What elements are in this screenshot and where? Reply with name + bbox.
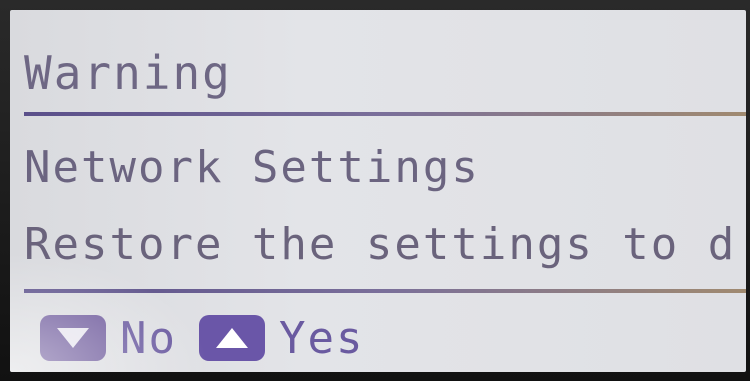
dialog-title: Warning (24, 46, 232, 100)
triangle-down-icon (57, 328, 89, 348)
device-bezel: Warning Network Settings Restore the set… (0, 0, 750, 381)
yes-button[interactable] (198, 315, 265, 361)
actions-divider (24, 289, 746, 293)
dialog-message: Restore the settings to d (24, 219, 737, 270)
triangle-up-icon (215, 328, 248, 348)
no-label: No (120, 312, 177, 364)
dialog-subtitle: Network Settings (24, 142, 480, 193)
action-bar: No Yes (40, 312, 386, 364)
yes-label: Yes (278, 312, 365, 364)
lcd-screen: Warning Network Settings Restore the set… (10, 10, 746, 372)
title-divider (24, 112, 746, 116)
no-button[interactable] (40, 315, 106, 361)
